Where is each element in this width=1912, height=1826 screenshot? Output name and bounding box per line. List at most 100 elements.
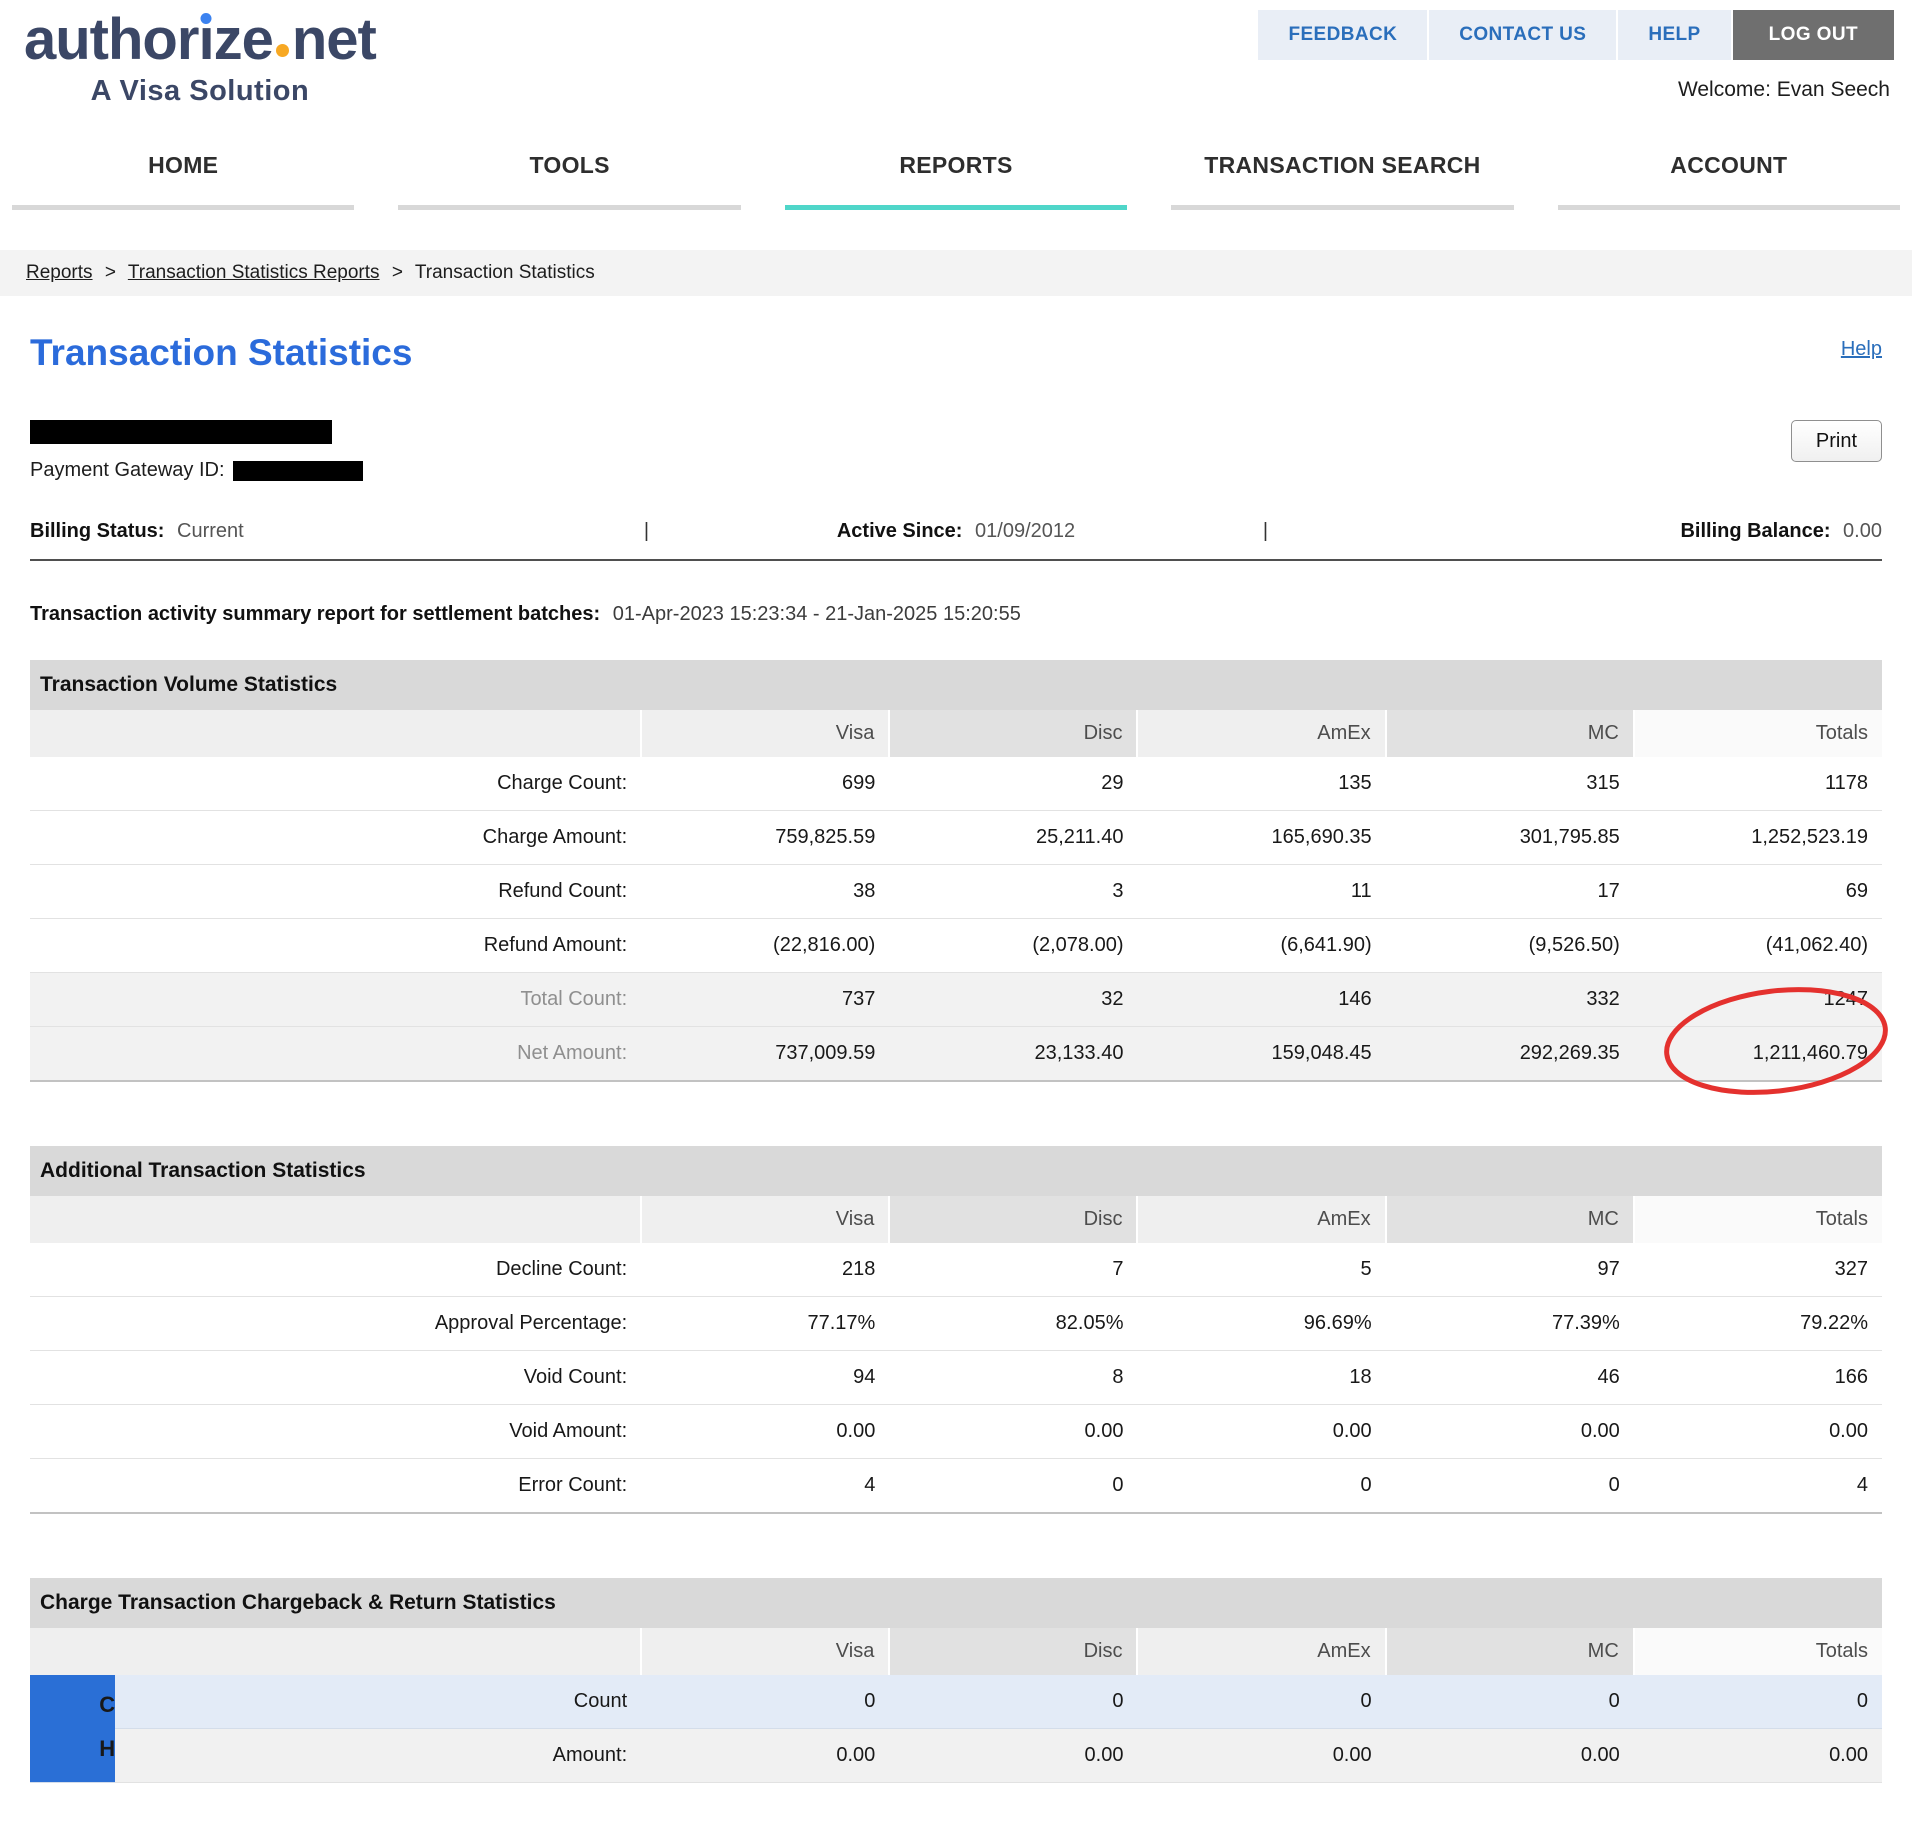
- row-label: Error Count:: [30, 1458, 642, 1514]
- breadcrumb-current: Transaction Statistics: [414, 262, 595, 283]
- page: authorı ze net A Visa Solution FEEDBACK CO…: [0, 0, 1912, 1783]
- column-header-totals: Totals: [1632, 1628, 1882, 1675]
- additional-statistics-section: Additional Transaction Statistics Visa D…: [30, 1146, 1882, 1514]
- merchant-info: Payment Gateway ID:: [30, 420, 363, 482]
- table-cell: 0: [1385, 1458, 1634, 1514]
- table-cell: 29: [889, 757, 1138, 811]
- log-out-button[interactable]: LOG OUT: [1732, 10, 1894, 60]
- row-label: Amount:: [115, 1728, 642, 1783]
- table-cell: (6,641.90): [1137, 918, 1386, 973]
- table-cell: 218: [641, 1243, 890, 1297]
- nav-tools-label: TOOLS: [529, 152, 610, 178]
- nav-transaction-search[interactable]: TRANSACTION SEARCH: [1171, 142, 1514, 210]
- additional-section-title: Additional Transaction Statistics: [30, 1146, 1882, 1196]
- table-cell: (41,062.40): [1633, 918, 1882, 973]
- breadcrumb-reports-link[interactable]: Reports: [26, 262, 93, 283]
- table-cell: 11: [1137, 864, 1386, 919]
- table-cell: 17: [1385, 864, 1634, 919]
- column-header-totals: Totals: [1632, 1196, 1882, 1243]
- table-cell: 301,795.85: [1385, 810, 1634, 865]
- billing-status-label: Billing Status:: [30, 520, 165, 542]
- table-cell: 0: [1385, 1675, 1634, 1729]
- table-cell: 327: [1633, 1243, 1882, 1297]
- logo-wordmark: authorı ze net: [24, 7, 377, 72]
- billing-balance-label: Billing Balance:: [1680, 520, 1831, 542]
- help-link[interactable]: Help: [1841, 338, 1882, 361]
- logo: authorı ze net A Visa Solution: [24, 7, 377, 140]
- gateway-id-label: Payment Gateway ID:: [30, 459, 225, 481]
- breadcrumb-transaction-statistics-reports-link[interactable]: Transaction Statistics Reports: [128, 262, 380, 283]
- nav-home-underline: [12, 205, 355, 210]
- table-cell: 1178: [1633, 757, 1882, 811]
- table-cell: 77.39%: [1385, 1296, 1634, 1351]
- breadcrumb: Reports > Transaction Statistics Reports…: [0, 250, 1912, 296]
- table-cell: 4: [1633, 1458, 1882, 1514]
- table-cell: 1247: [1633, 972, 1882, 1027]
- column-header-amex: AmEx: [1136, 710, 1386, 757]
- report-summary-label: Transaction activity summary report for …: [30, 603, 601, 625]
- header: authorı ze net A Visa Solution FEEDBACK CO…: [0, 0, 1912, 140]
- table-cell: 0: [1137, 1675, 1386, 1729]
- nav-account-underline: [1557, 205, 1901, 210]
- feedback-button[interactable]: FEEDBACK: [1258, 10, 1428, 60]
- nav-tools[interactable]: TOOLS: [398, 142, 741, 210]
- table-cell: 0.00: [1137, 1728, 1386, 1783]
- table-cell: 165,690.35: [1137, 810, 1386, 865]
- table-cell: 3: [889, 864, 1138, 919]
- redacted-gateway-id: [232, 460, 363, 481]
- nav-home[interactable]: HOME: [12, 142, 355, 210]
- table-row: Approval Percentage: 77.17% 82.05% 96.69…: [30, 1296, 1882, 1351]
- nav-tools-underline: [398, 205, 741, 210]
- logo-text-pre: author: [24, 7, 199, 72]
- contact-us-button[interactable]: CONTACT US: [1427, 10, 1617, 60]
- help-button[interactable]: HELP: [1616, 10, 1731, 60]
- active-since-value: 01/09/2012: [975, 520, 1076, 542]
- column-header-disc: Disc: [888, 1196, 1138, 1243]
- row-label: Void Count:: [30, 1350, 642, 1405]
- active-since: Active Since: 01/09/2012: [649, 520, 1263, 543]
- nav-account[interactable]: ACCOUNT: [1557, 142, 1901, 210]
- table-row: Decline Count: 218 7 5 97 327: [30, 1243, 1882, 1297]
- logo-text-net: net: [291, 7, 377, 72]
- row-label: Refund Amount:: [30, 918, 642, 973]
- table-row: Charge Count: 699 29 135 315 1178: [30, 757, 1882, 811]
- page-title: Transaction Statistics: [30, 332, 413, 373]
- chargeback-section-title: Charge Transaction Chargeback & Return S…: [30, 1578, 1882, 1628]
- table-cell: 38: [641, 864, 890, 919]
- table-row-net-amount: Net Amount: 737,009.59 23,133.40 159,048…: [30, 987, 1888, 1095]
- table-cell: 332: [1385, 972, 1634, 1027]
- table-row-total-count: Total Count: 737 32 146 332 1247: [30, 972, 1882, 1027]
- table-cell: 699: [641, 757, 890, 811]
- table-row: Void Count: 94 8 18 46 166: [30, 1350, 1882, 1405]
- nav-home-label: HOME: [148, 152, 219, 178]
- nav-reports[interactable]: REPORTS: [784, 142, 1128, 210]
- row-label: Void Amount:: [30, 1404, 642, 1459]
- table-cell: 0.00: [889, 1728, 1138, 1783]
- volume-statistics-section: Transaction Volume Statistics Visa Disc …: [30, 660, 1888, 1095]
- table-cell: 97: [1385, 1243, 1634, 1297]
- billing-row: Billing Status: Current | Active Since: …: [30, 520, 1882, 561]
- table-cell: 315: [1385, 757, 1634, 811]
- billing-status: Billing Status: Current: [30, 520, 644, 543]
- row-label: Net Amount:: [30, 1026, 642, 1082]
- table-cell: 5: [1137, 1243, 1386, 1297]
- report-summary-range: 01-Apr-2023 15:23:34 - 21-Jan-2025 15:20…: [612, 603, 1021, 625]
- report-summary-line: Transaction activity summary report for …: [30, 603, 1882, 626]
- column-header-mc: MC: [1384, 1196, 1634, 1243]
- table-cell: 79.22%: [1633, 1296, 1882, 1351]
- column-header-visa: Visa: [640, 1196, 890, 1243]
- table-row: Error Count: 4 0 0 0 4: [30, 1458, 1882, 1514]
- welcome-text: Welcome: Evan Seech: [1677, 78, 1890, 101]
- top-links: FEEDBACK CONTACT US HELP LOG OUT: [1258, 10, 1894, 60]
- table-cell: 23,133.40: [889, 1026, 1138, 1082]
- table-row: Charge Amount: 759,825.59 25,211.40 165,…: [30, 810, 1882, 865]
- column-header-disc: Disc: [888, 1628, 1138, 1675]
- table-cell: 0: [1137, 1458, 1386, 1514]
- gateway-id-line: Payment Gateway ID:: [30, 459, 363, 482]
- table-row: Refund Amount: (22,816.00) (2,078.00) (6…: [30, 918, 1882, 973]
- print-button[interactable]: Print: [1790, 420, 1882, 462]
- table-cell: 0.00: [1633, 1728, 1882, 1783]
- table-cell: 94: [641, 1350, 890, 1405]
- table-cell: 77.17%: [641, 1296, 890, 1351]
- active-since-label: Active Since:: [836, 520, 963, 542]
